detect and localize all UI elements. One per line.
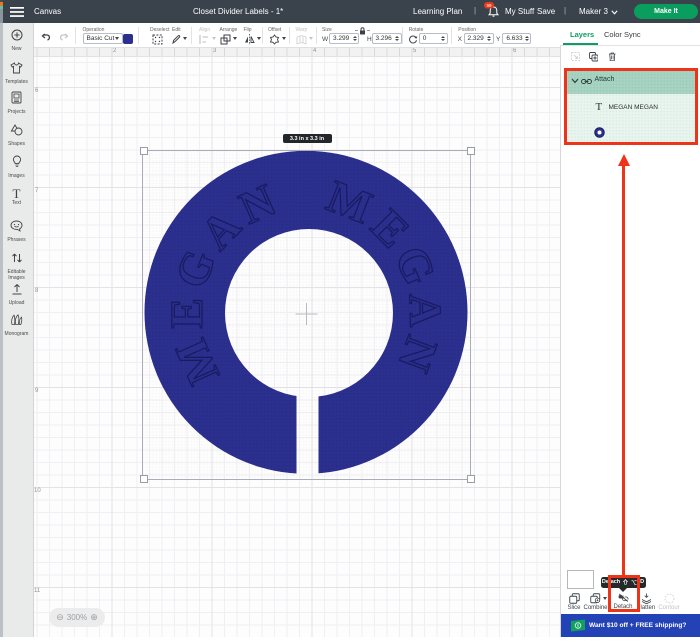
svg-text:99: 99 [486,3,492,8]
